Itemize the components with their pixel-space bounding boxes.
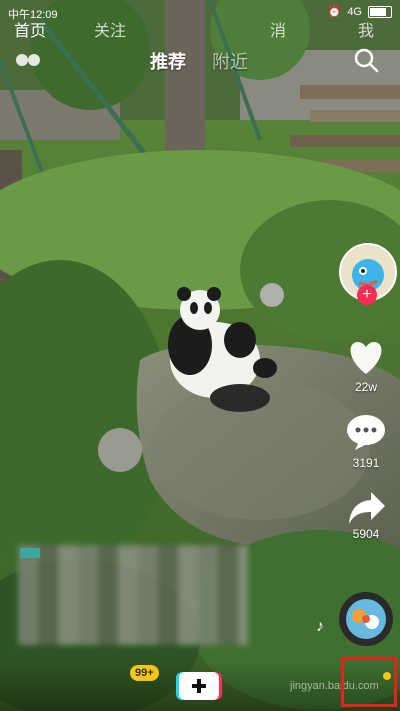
tab-recommend[interactable]: 推荐 [150, 48, 186, 74]
caption-blur [18, 545, 248, 645]
follow-badge: 99+ [130, 665, 159, 681]
nav-home[interactable]: 首页 [14, 17, 46, 41]
nav-follow[interactable]: 关注 [94, 17, 126, 41]
add-video-button[interactable] [176, 672, 222, 700]
network-label: 4G [347, 5, 362, 18]
battery-icon [368, 5, 392, 18]
share-icon[interactable] [347, 490, 387, 526]
music-disc-icon[interactable] [339, 592, 393, 646]
status-bar: 中午12:09 ⏰ 4G [0, 0, 400, 26]
follow-plus-button[interactable]: + [357, 285, 377, 305]
alarm-icon: ⏰ [327, 6, 342, 18]
like-count: 22w [354, 380, 377, 394]
comment-icon[interactable] [345, 413, 387, 451]
highlight-box [341, 657, 397, 707]
tab-nearby[interactable]: 附近 [212, 48, 248, 74]
nav-message[interactable]: 消 [270, 17, 286, 41]
nav-me[interactable]: 我 [358, 17, 374, 41]
caption-accent [20, 548, 40, 558]
music-note-icon: ♪ [316, 618, 324, 635]
like-icon[interactable] [345, 338, 387, 376]
comment-count: 3191 [352, 456, 380, 470]
search-icon[interactable] [352, 46, 380, 74]
live-icon[interactable] [14, 52, 44, 68]
share-count: 5904 [352, 527, 380, 541]
